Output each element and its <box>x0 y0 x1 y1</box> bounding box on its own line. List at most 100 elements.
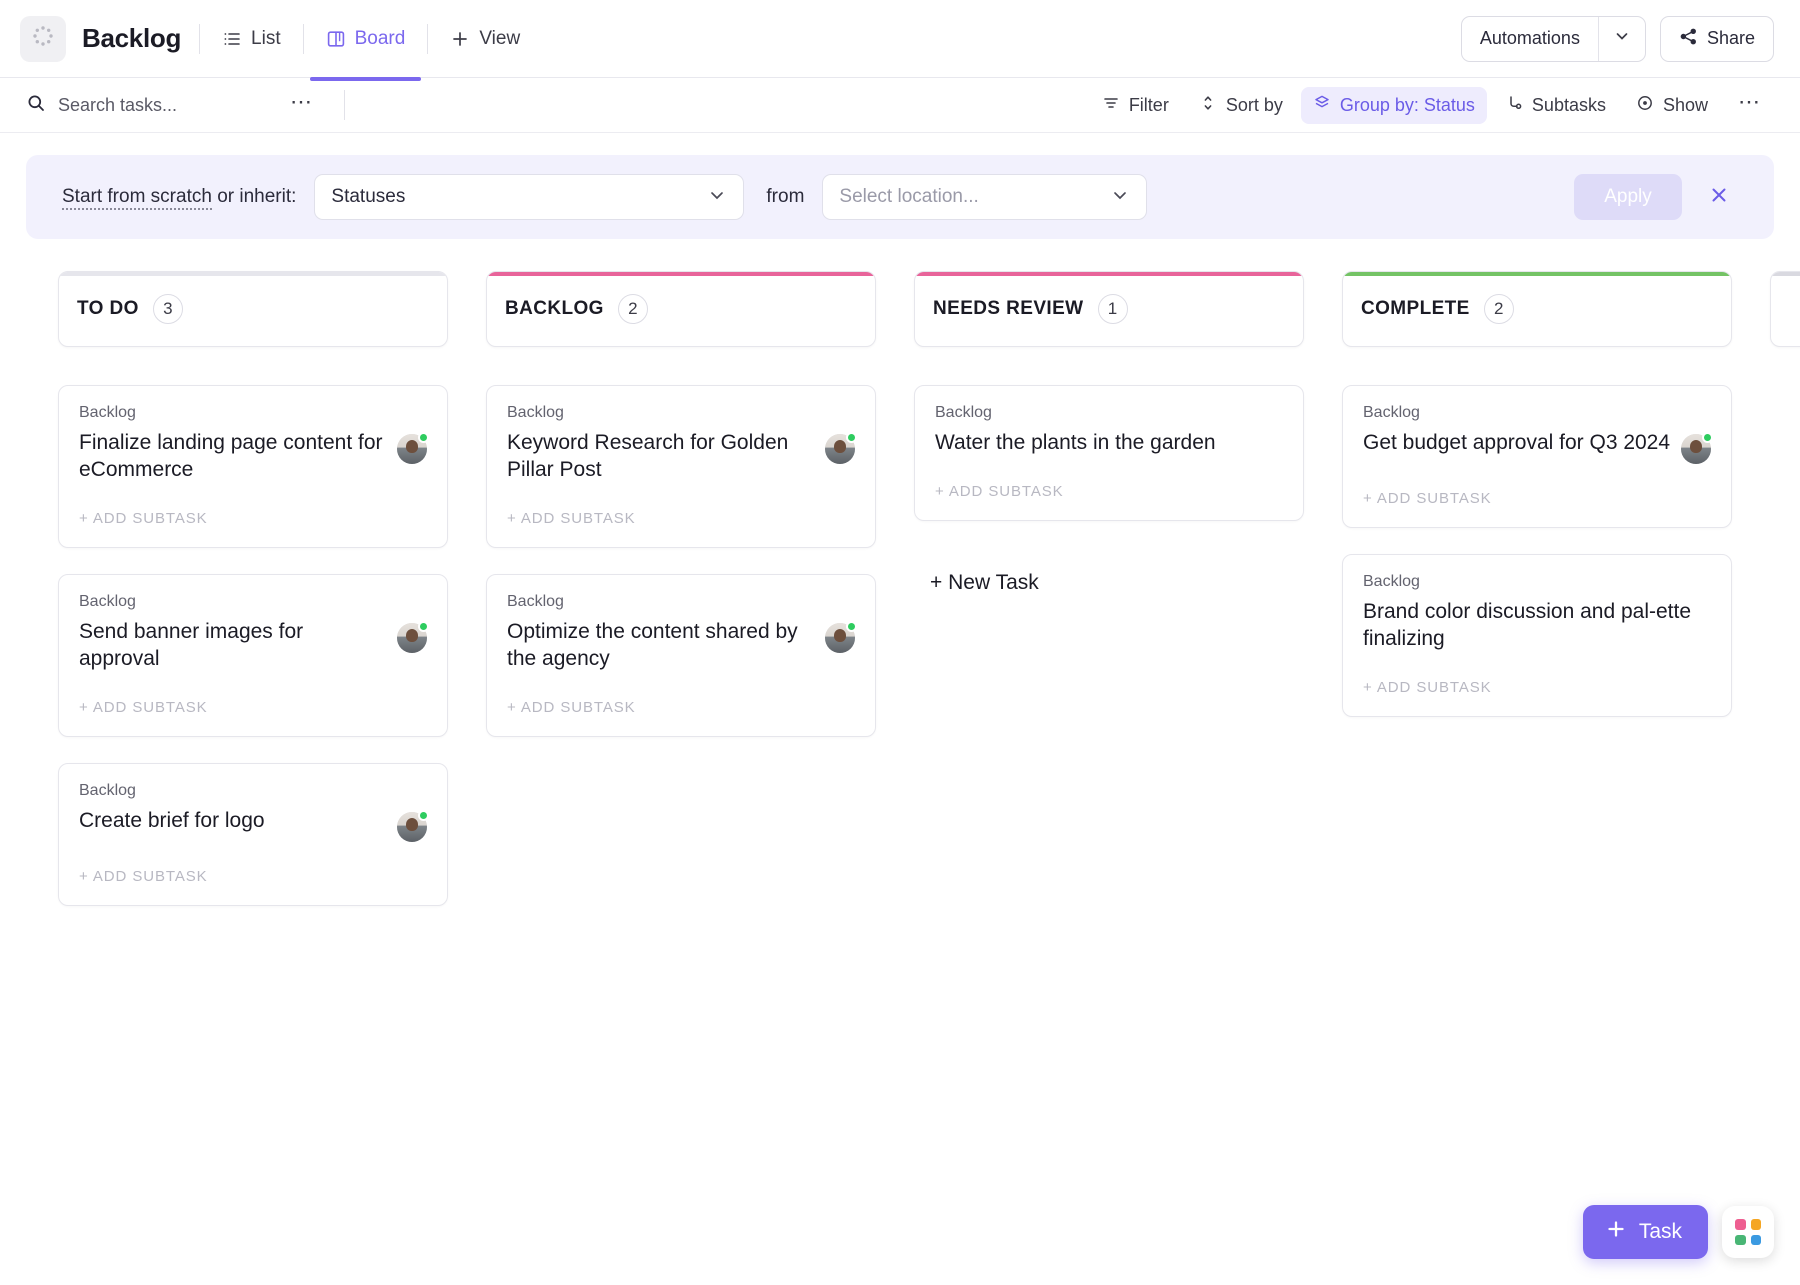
search-input[interactable] <box>58 95 278 116</box>
column-accent-bar <box>59 272 447 276</box>
task-card[interactable]: BacklogCreate brief for logo+ ADD SUBTAS… <box>58 763 448 906</box>
column-title: TO DO <box>77 298 139 320</box>
board-column-partial[interactable] <box>1770 271 1784 347</box>
add-view-button[interactable]: View <box>446 22 524 56</box>
task-card[interactable]: BacklogBrand color discussion and pal-et… <box>1342 554 1732 717</box>
group-by-button[interactable]: Group by: Status <box>1301 87 1487 124</box>
inherit-statuses-banner: Start from scratch or inherit: Statuses … <box>26 155 1774 239</box>
add-subtask-button[interactable]: + ADD SUBTASK <box>935 457 1283 520</box>
task-card[interactable]: BacklogOptimize the content shared by th… <box>486 574 876 737</box>
view-toolbar: ⋯ Filter Sort by <box>0 78 1800 133</box>
column-count: 3 <box>153 294 183 324</box>
add-subtask-button[interactable]: + ADD SUBTASK <box>507 673 855 736</box>
task-card-body: Send banner images for approval <box>79 619 427 673</box>
filter-button[interactable]: Filter <box>1090 87 1181 124</box>
subtasks-icon <box>1505 94 1523 117</box>
automations-button[interactable]: Automations <box>1462 17 1598 61</box>
location-select[interactable]: Select location... <box>822 174 1147 220</box>
subtasks-button[interactable]: Subtasks <box>1493 87 1618 124</box>
avatar[interactable] <box>397 812 427 842</box>
presence-online-indicator <box>846 621 857 632</box>
divider <box>427 24 428 54</box>
add-subtask-button[interactable]: + ADD SUBTASK <box>79 842 427 905</box>
add-subtask-button[interactable]: + ADD SUBTASK <box>1363 653 1711 716</box>
workspace-logo[interactable] <box>20 16 66 62</box>
banner-prompt: Start from scratch or inherit: <box>62 186 296 208</box>
tab-board[interactable]: Board <box>322 22 410 56</box>
automations-dropdown-button[interactable] <box>1598 17 1645 61</box>
task-card-status: Backlog <box>79 404 427 422</box>
sort-icon <box>1199 94 1217 117</box>
task-card-title: Optimize the content shared by the agenc… <box>507 619 815 673</box>
task-card[interactable]: Backlog Water the plants in the garden+ A… <box>914 385 1304 521</box>
add-subtask-button[interactable]: + ADD SUBTASK <box>79 673 427 736</box>
board-icon <box>326 29 346 49</box>
avatar[interactable] <box>825 434 855 464</box>
task-card-title: Send banner images for approval <box>79 619 387 673</box>
start-from-scratch-link[interactable]: Start from scratch <box>62 186 212 210</box>
avatar[interactable] <box>397 623 427 653</box>
show-button[interactable]: Show <box>1624 87 1720 124</box>
tab-list[interactable]: List <box>218 22 285 56</box>
add-subtask-button[interactable]: + ADD SUBTASK <box>1363 464 1711 527</box>
task-card[interactable]: BacklogFinalize landing page content for… <box>58 385 448 548</box>
avatar-image-head <box>1690 440 1702 453</box>
board-column: TO DO 3 BacklogFinalize landing page conte… <box>58 271 448 906</box>
share-button[interactable]: Share <box>1660 16 1774 62</box>
task-card-body: Water the plants in the garden <box>935 430 1283 457</box>
from-label: from <box>766 186 804 208</box>
apps-dot-3 <box>1735 1235 1746 1246</box>
divider <box>344 90 345 120</box>
apply-button[interactable]: Apply <box>1574 174 1682 220</box>
search-box[interactable]: ⋯ <box>26 93 326 118</box>
column-header[interactable] <box>1770 271 1800 347</box>
divider <box>303 24 304 54</box>
divider <box>199 24 200 54</box>
sort-button[interactable]: Sort by <box>1187 87 1295 124</box>
presence-online-indicator <box>846 432 857 443</box>
task-card-status: Backlog <box>1363 404 1711 422</box>
close-banner-button[interactable] <box>1708 184 1730 211</box>
column-title: COMPLETE <box>1361 298 1470 320</box>
board-column: BACKLOG2 BacklogKeyword Research for Gold… <box>486 271 876 737</box>
location-select-placeholder: Select location... <box>839 186 978 208</box>
presence-online-indicator <box>418 621 429 632</box>
add-subtask-button[interactable]: + ADD SUBTASK <box>507 484 855 547</box>
statuses-select[interactable]: Statuses <box>314 174 744 220</box>
apps-dot-4 <box>1751 1235 1762 1246</box>
active-tab-underline <box>310 77 422 81</box>
avatar[interactable] <box>825 623 855 653</box>
filter-label: Filter <box>1129 95 1169 116</box>
task-card[interactable]: BacklogSend banner images for approval+ … <box>58 574 448 737</box>
column-header[interactable]: BACKLOG2 <box>486 271 876 347</box>
column-title: NEEDS REVIEW <box>933 298 1084 320</box>
search-icon <box>26 93 46 118</box>
new-task-fab[interactable]: Task <box>1583 1205 1708 1259</box>
group-icon <box>1313 94 1331 117</box>
new-task-button[interactable]: + New Task <box>914 571 1304 595</box>
sort-label: Sort by <box>1226 95 1283 116</box>
filter-icon <box>1102 94 1120 117</box>
task-card[interactable]: Backlog Get budget approval for Q3 2024 + … <box>1342 385 1732 528</box>
show-label: Show <box>1663 95 1708 116</box>
column-header[interactable]: COMPLETE 2 <box>1342 271 1732 347</box>
task-card[interactable]: BacklogKeyword Research for Golden Pilla… <box>486 385 876 548</box>
column-count: 2 <box>1484 294 1514 324</box>
column-header[interactable]: NEEDS REVIEW1 <box>914 271 1304 347</box>
avatar[interactable] <box>1681 434 1711 464</box>
add-subtask-button[interactable]: + ADD SUBTASK <box>79 484 427 547</box>
avatar-image-head <box>834 629 846 642</box>
apps-grid-icon[interactable] <box>1722 1206 1774 1258</box>
list-icon <box>222 29 242 49</box>
task-card-title: Get budget approval for Q3 2024 <box>1363 430 1671 457</box>
task-card-title: Water the plants in the garden <box>935 430 1283 457</box>
ellipsis-icon: ⋯ <box>1738 97 1762 113</box>
automations-button-group[interactable]: Automations <box>1461 16 1646 62</box>
search-options-icon[interactable]: ⋯ <box>290 97 314 113</box>
column-header[interactable]: TO DO 3 <box>58 271 448 347</box>
task-card-status: Backlog <box>935 404 1283 422</box>
board-column: NEEDS REVIEW1 Backlog Water the plants in … <box>914 271 1304 595</box>
toolbar-overflow-button[interactable]: ⋯ <box>1726 90 1774 120</box>
avatar[interactable] <box>397 434 427 464</box>
apps-dot-2 <box>1751 1219 1762 1230</box>
